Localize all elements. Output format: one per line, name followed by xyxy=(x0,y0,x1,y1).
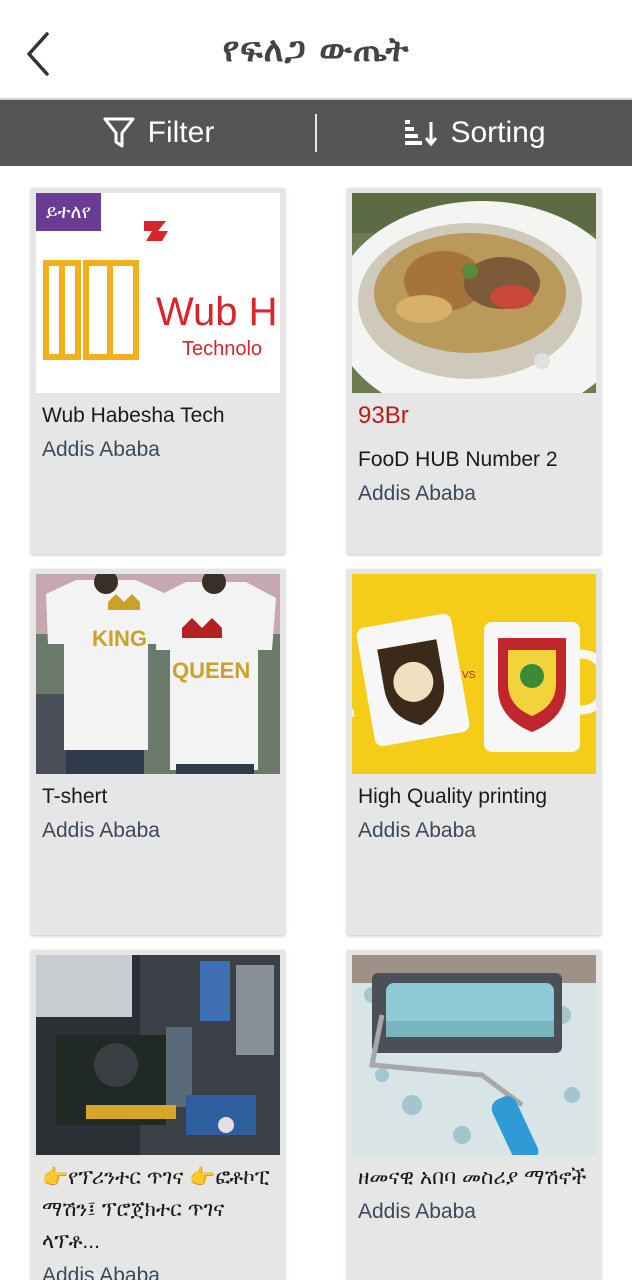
item-name: T-shert xyxy=(42,785,108,808)
sorting-label: Sorting xyxy=(450,116,546,149)
item-image: KING QUEEN xyxy=(36,574,280,774)
sort-icon xyxy=(405,120,438,147)
item-name: 👉የፕሪንተር ጥገና 👉ፎቶኮፒ ማሽን፤ ፕሮጀክተር ጥገና ላፕቶ... xyxy=(42,1166,270,1253)
item-city: Addis Ababa xyxy=(358,1200,476,1223)
app-header: የፍለጋ ውጤት xyxy=(0,0,632,98)
results-grid: ይተለየ Wub H Technolo Wub Habesha Tech Add… xyxy=(0,166,632,1280)
tshirt-image: KING QUEEN xyxy=(36,574,280,774)
item-image: ይተለየ Wub H Technolo xyxy=(36,193,280,393)
logo-subtext: Technolo xyxy=(182,338,262,360)
item-city: Addis Ababa xyxy=(42,438,160,461)
item-city: Addis Ababa xyxy=(42,1264,160,1280)
filter-sort-toolbar: Filter Sorting xyxy=(0,98,632,166)
item-name: FooD HUB Number 2 xyxy=(358,448,558,471)
result-card[interactable]: 93Br FooD HUB Number 2 Addis Ababa xyxy=(347,188,601,554)
item-image: VS xyxy=(352,574,596,774)
item-image xyxy=(352,955,596,1155)
result-card[interactable]: ይተለየ Wub H Technolo Wub Habesha Tech Add… xyxy=(31,188,285,554)
mugs-image: VS xyxy=(352,574,596,774)
featured-badge: ይተለየ xyxy=(36,193,101,231)
toolbar-divider xyxy=(315,114,317,152)
paint-roller-image xyxy=(352,955,596,1155)
shirt-text-king: KING xyxy=(92,626,147,651)
result-card[interactable]: VS High Quality printing Addis Ababa xyxy=(347,569,601,935)
item-name: Wub Habesha Tech xyxy=(42,404,225,427)
computer-repair-image xyxy=(36,955,280,1155)
item-name: ዘመናዊ አበባ መስሪያ ማሽኖች xyxy=(358,1166,587,1189)
sorting-button[interactable]: Sorting xyxy=(316,100,632,166)
item-name: High Quality printing xyxy=(358,785,548,808)
mug-vs-text: VS xyxy=(462,670,476,681)
logo-text: Wub H xyxy=(156,290,278,334)
result-card[interactable]: 👉የፕሪንተር ጥገና 👉ፎቶኮፒ ማሽን፤ ፕሮጀክተር ጥገና ላፕቶ...… xyxy=(31,950,285,1280)
result-card[interactable]: KING QUEEN T-shert Addis Ababa xyxy=(31,569,285,935)
item-image xyxy=(36,955,280,1155)
filter-label: Filter xyxy=(147,116,215,149)
item-city: Addis Ababa xyxy=(42,819,160,842)
item-city: Addis Ababa xyxy=(358,482,476,505)
item-image xyxy=(352,193,596,393)
food-plate-image xyxy=(352,193,596,393)
shirt-text-queen: QUEEN xyxy=(172,658,250,683)
funnel-icon xyxy=(103,117,135,148)
item-price: 93Br xyxy=(358,402,409,429)
result-card[interactable]: ዘመናዊ አበባ መስሪያ ማሽኖች Addis Ababa xyxy=(347,950,601,1280)
item-city: Addis Ababa xyxy=(358,819,476,842)
page-title: የፍለጋ ውጤት xyxy=(222,30,410,70)
filter-button[interactable]: Filter xyxy=(0,100,316,166)
